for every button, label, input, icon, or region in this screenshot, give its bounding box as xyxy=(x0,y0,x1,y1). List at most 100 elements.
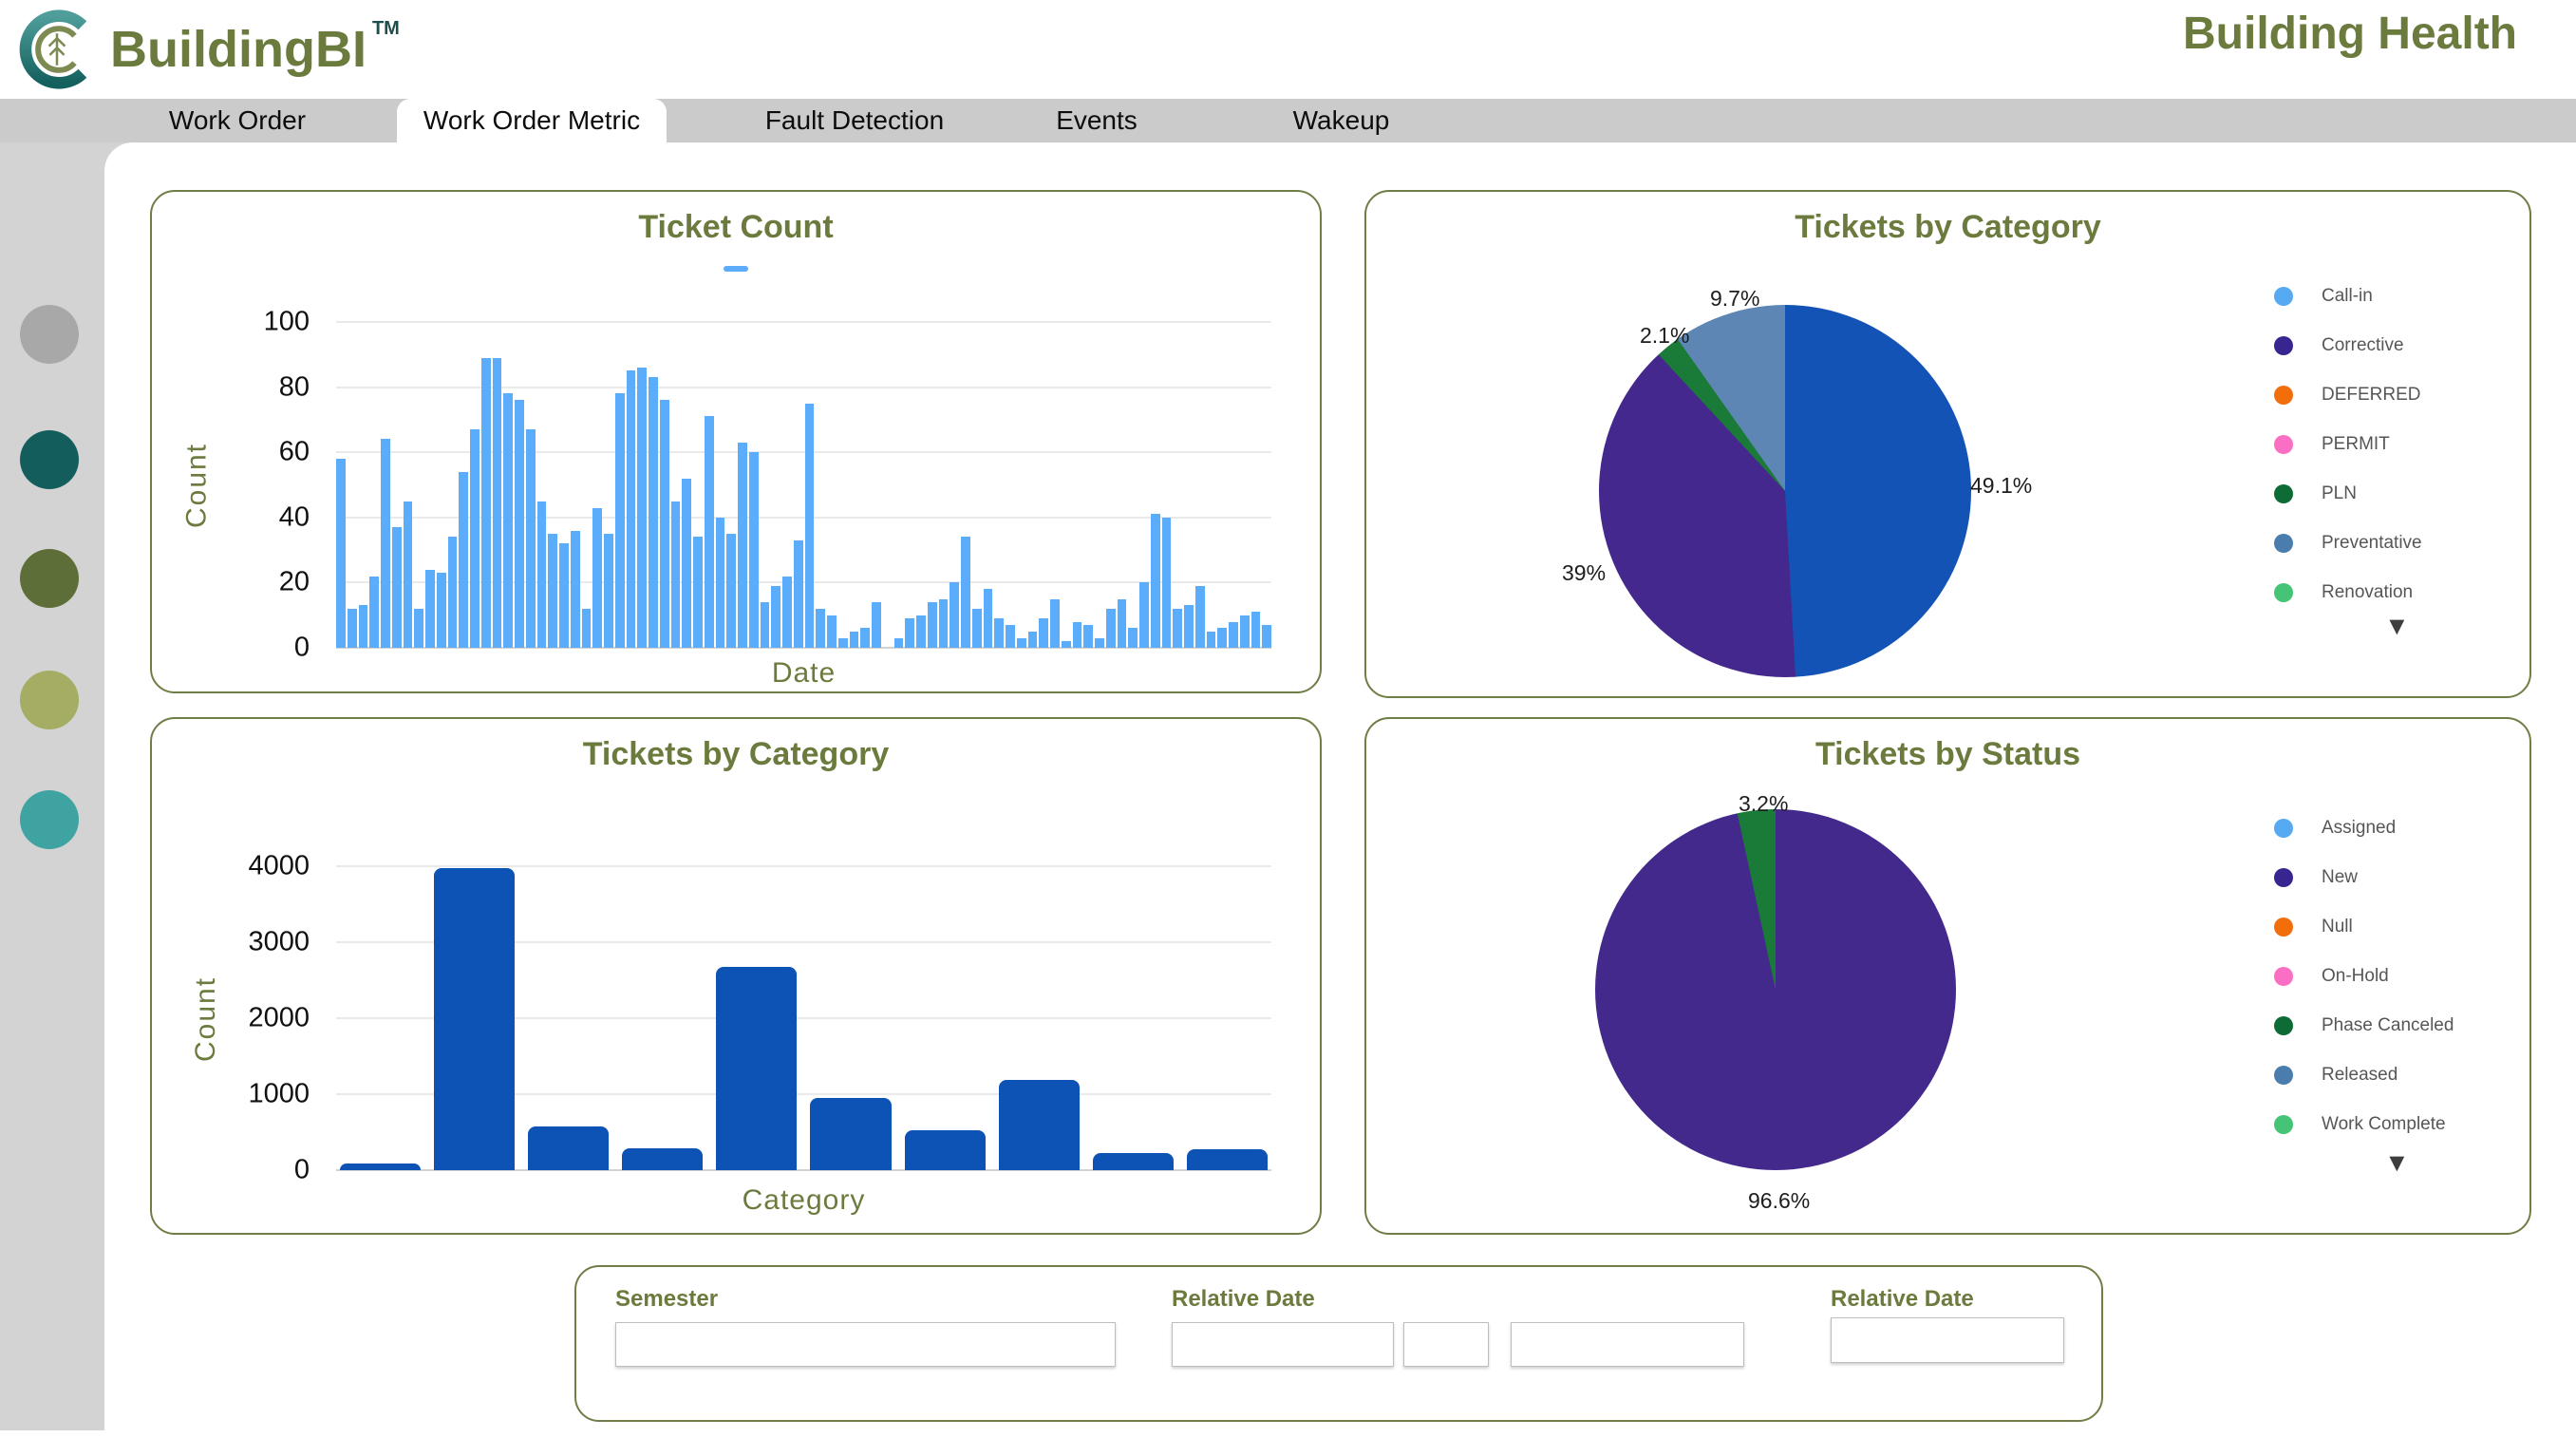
category-pie-chart[interactable] xyxy=(1599,305,1971,677)
bar[interactable] xyxy=(1062,641,1071,648)
bar[interactable] xyxy=(359,605,368,648)
bar[interactable] xyxy=(425,570,435,648)
bar[interactable] xyxy=(838,638,848,648)
bar[interactable] xyxy=(905,618,914,648)
relative-date-input-2[interactable] xyxy=(1403,1322,1489,1367)
legend-item-new[interactable]: New xyxy=(2274,864,2530,891)
bar[interactable] xyxy=(470,429,479,648)
bar[interactable] xyxy=(515,400,524,648)
bar[interactable] xyxy=(340,1164,421,1170)
bar[interactable] xyxy=(716,518,725,648)
relative-date-input-1[interactable] xyxy=(1172,1322,1394,1367)
bar[interactable] xyxy=(381,439,390,648)
bar[interactable] xyxy=(1187,1149,1268,1170)
bar[interactable] xyxy=(604,534,613,648)
bar[interactable] xyxy=(571,531,580,648)
bar[interactable] xyxy=(1262,625,1271,648)
relative-date-input-3[interactable] xyxy=(1511,1322,1744,1367)
bar[interactable] xyxy=(794,540,803,648)
bar[interactable] xyxy=(1118,599,1127,648)
relative-date-2-input[interactable] xyxy=(1831,1317,2064,1363)
bar[interactable] xyxy=(905,1130,986,1170)
bar[interactable] xyxy=(1028,632,1038,648)
bar[interactable] xyxy=(1162,518,1172,648)
bar[interactable] xyxy=(705,416,714,648)
bar[interactable] xyxy=(615,393,625,648)
bar[interactable] xyxy=(726,534,736,648)
bar[interactable] xyxy=(627,370,636,648)
bar[interactable] xyxy=(1073,622,1082,648)
bar[interactable] xyxy=(1151,514,1160,648)
bar[interactable] xyxy=(682,479,691,648)
sidebar-nav-dot-4[interactable] xyxy=(20,671,79,729)
legend-item-on-hold[interactable]: On-Hold xyxy=(2274,963,2530,990)
bar[interactable] xyxy=(1006,625,1015,648)
bar[interactable] xyxy=(916,615,926,648)
bar[interactable] xyxy=(860,628,870,648)
legend-expand-icon[interactable]: ▼ xyxy=(2384,612,2410,641)
bar[interactable] xyxy=(537,501,547,648)
bar[interactable] xyxy=(437,573,446,648)
bar[interactable] xyxy=(1229,622,1238,648)
sidebar-nav-dot-3[interactable] xyxy=(20,549,79,608)
bar[interactable] xyxy=(1207,632,1216,648)
bar[interactable] xyxy=(872,602,881,648)
bar[interactable] xyxy=(810,1098,891,1170)
bar[interactable] xyxy=(622,1148,703,1170)
bar[interactable] xyxy=(404,501,413,648)
bar[interactable] xyxy=(434,868,515,1170)
bar[interactable] xyxy=(850,632,859,648)
legend-item-deferred[interactable]: DEFERRED xyxy=(2274,382,2530,408)
bar[interactable] xyxy=(582,609,592,648)
bar[interactable] xyxy=(1039,618,1048,648)
bar[interactable] xyxy=(1139,582,1149,648)
bar[interactable] xyxy=(894,638,904,648)
bar[interactable] xyxy=(459,472,468,648)
tab-work-order-metric[interactable]: Work Order Metric xyxy=(397,99,667,144)
bar[interactable] xyxy=(1128,628,1138,648)
bar[interactable] xyxy=(928,602,937,648)
legend-expand-icon[interactable]: ▼ xyxy=(2384,1148,2410,1178)
bar[interactable] xyxy=(1251,612,1261,648)
bar[interactable] xyxy=(1195,586,1205,648)
bar[interactable] xyxy=(548,534,557,648)
legend-item-corrective[interactable]: Corrective xyxy=(2274,332,2530,359)
bar[interactable] xyxy=(592,508,602,648)
bar[interactable] xyxy=(392,527,402,648)
legend-item-pln[interactable]: PLN xyxy=(2274,481,2530,507)
bar[interactable] xyxy=(984,589,993,648)
legend-item-work-complete[interactable]: Work Complete xyxy=(2274,1111,2530,1138)
bar[interactable] xyxy=(1184,605,1194,648)
bar[interactable] xyxy=(761,602,770,648)
bar[interactable] xyxy=(493,358,502,648)
sidebar-nav-dot-2[interactable] xyxy=(20,430,79,489)
bar[interactable] xyxy=(939,599,949,648)
bar[interactable] xyxy=(481,358,491,648)
legend-item-call-in[interactable]: Call-in xyxy=(2274,283,2530,310)
bar[interactable] xyxy=(528,1126,609,1170)
bar[interactable] xyxy=(961,537,970,648)
bar[interactable] xyxy=(369,577,379,648)
bar[interactable] xyxy=(749,452,759,648)
bar[interactable] xyxy=(816,609,825,648)
bar[interactable] xyxy=(782,577,792,648)
bar[interactable] xyxy=(348,609,357,648)
bar[interactable] xyxy=(649,377,658,648)
bar[interactable] xyxy=(637,368,647,648)
bar[interactable] xyxy=(1083,625,1093,648)
bar[interactable] xyxy=(336,459,346,648)
legend-item-null[interactable]: Null xyxy=(2274,914,2530,940)
bar[interactable] xyxy=(1173,609,1182,648)
bar[interactable] xyxy=(716,967,797,1170)
tab-work-order[interactable]: Work Order xyxy=(114,99,361,142)
bar[interactable] xyxy=(1217,628,1227,648)
legend-item-permit[interactable]: PERMIT xyxy=(2274,431,2530,458)
tab-events[interactable]: Events xyxy=(1006,99,1187,142)
bar[interactable] xyxy=(994,618,1004,648)
bar[interactable] xyxy=(448,537,458,648)
sidebar-nav-dot-1[interactable] xyxy=(20,305,79,364)
legend-item-renovation[interactable]: Renovation xyxy=(2274,579,2530,606)
legend-item-assigned[interactable]: Assigned xyxy=(2274,815,2530,842)
bar[interactable] xyxy=(671,501,681,648)
bar[interactable] xyxy=(414,609,423,648)
